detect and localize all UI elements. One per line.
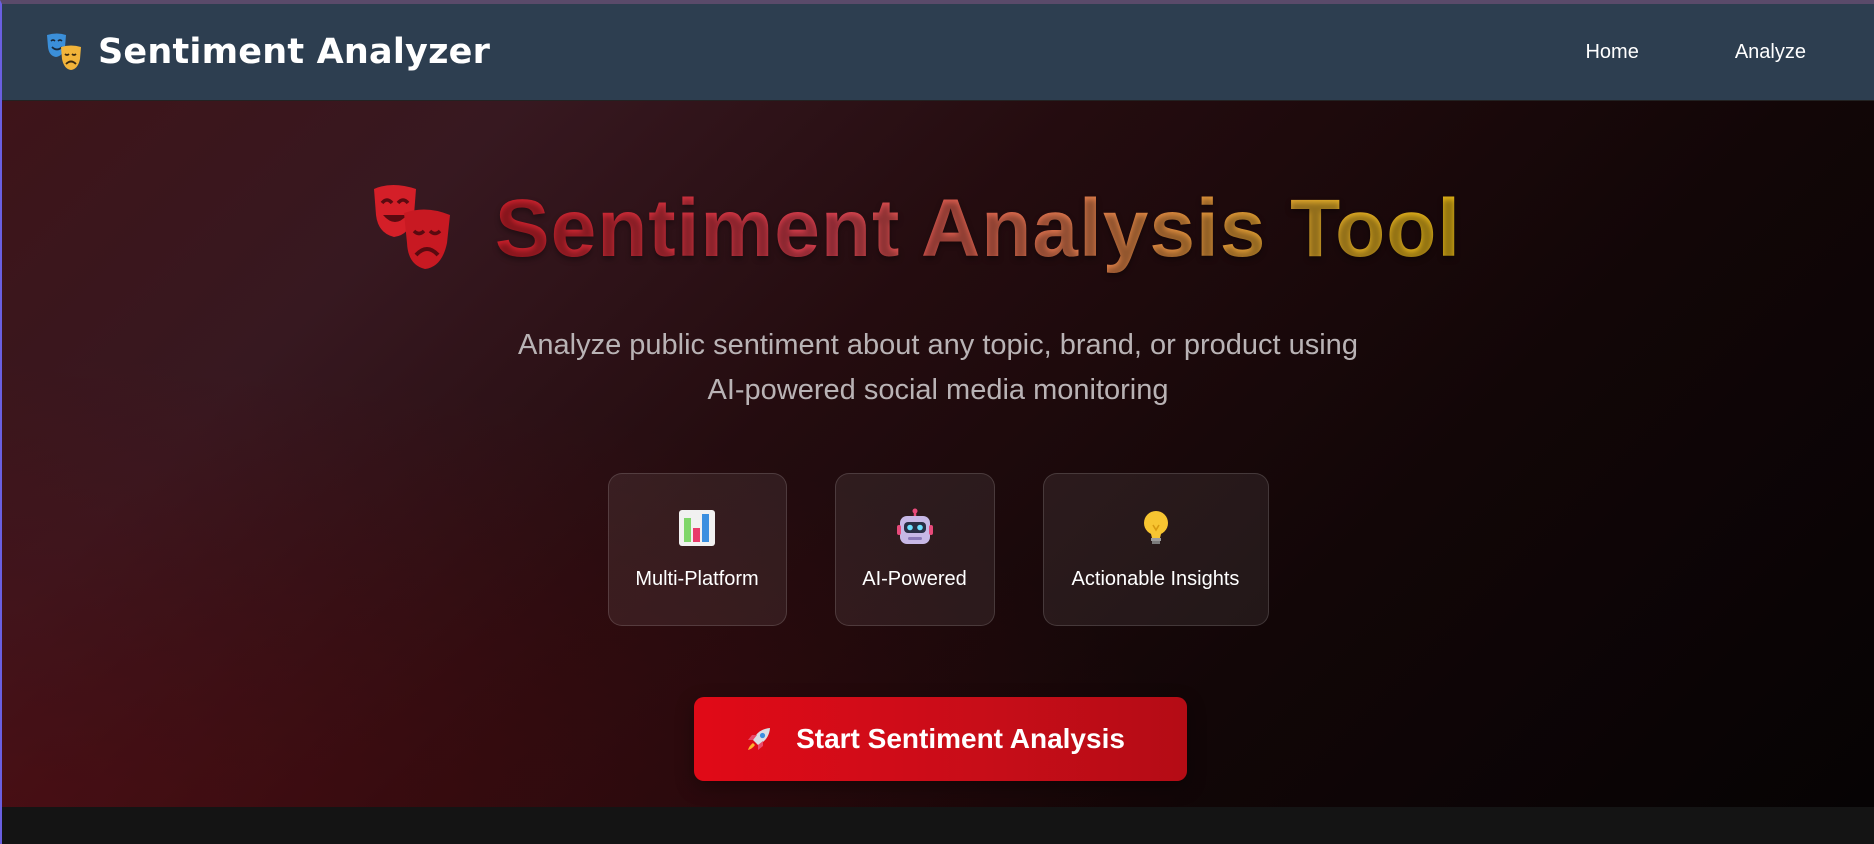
theater-masks-icon xyxy=(47,33,81,70)
feature-card-multi-platform: Multi-Platform xyxy=(607,473,787,626)
robot-icon xyxy=(896,508,933,544)
light-bulb-icon xyxy=(1143,511,1168,544)
hero-title: Sentiment Analysis Tool xyxy=(494,182,1462,274)
rocket-icon xyxy=(748,728,771,750)
feature-label: AI-Powered xyxy=(862,568,967,590)
hero-subtitle: Analyze public sentiment about any topic… xyxy=(2,323,1874,413)
feature-card-ai-powered: AI-Powered xyxy=(834,473,995,626)
brand-title: Sentiment Analyzer xyxy=(98,32,491,72)
page-bottom-strip xyxy=(2,807,1874,844)
nav-links: Home Analyze xyxy=(1585,4,1806,101)
feature-label: Multi-Platform xyxy=(635,568,759,590)
hero-section: Sentiment Analysis Tool Analyze public s… xyxy=(2,101,1874,807)
top-navbar: Sentiment Analyzer Home Analyze xyxy=(2,4,1874,101)
nav-link-home[interactable]: Home xyxy=(1585,41,1638,64)
brand[interactable]: Sentiment Analyzer xyxy=(44,31,490,73)
feature-card-actionable-insights: Actionable Insights xyxy=(1042,473,1269,626)
start-analysis-label: Start Sentiment Analysis xyxy=(796,723,1125,754)
bar-chart-icon xyxy=(679,510,715,546)
nav-link-analyze[interactable]: Analyze xyxy=(1735,41,1806,64)
hero-subtitle-line-1: Analyze public sentiment about any topic… xyxy=(518,329,1358,361)
feature-cards: Multi-Platform AI-Powered Actionable Ins… xyxy=(2,473,1874,626)
app-window: Sentiment Analyzer Home Analyze Sentimen… xyxy=(0,0,1874,844)
hero-subtitle-line-2: AI-powered social media monitoring xyxy=(707,374,1169,406)
start-analysis-button[interactable]: Start Sentiment Analysis xyxy=(694,697,1187,781)
feature-label: Actionable Insights xyxy=(1071,568,1240,590)
theater-masks-icon xyxy=(373,185,450,269)
hero-title-row: Sentiment Analysis Tool xyxy=(2,181,1874,276)
